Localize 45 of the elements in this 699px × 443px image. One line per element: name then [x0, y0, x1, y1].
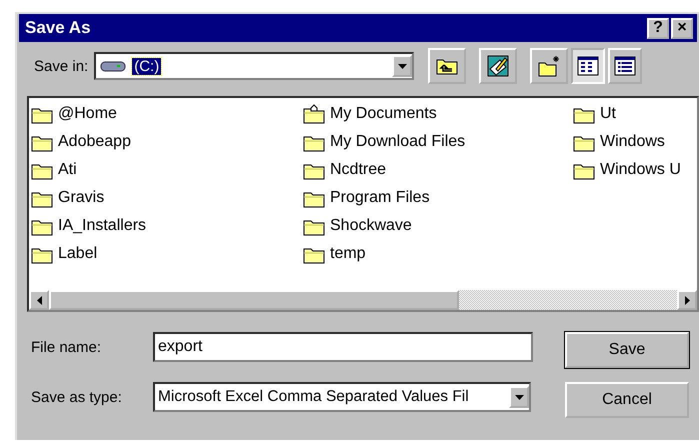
list-view-button[interactable]	[571, 48, 606, 84]
save-as-type-label: Save as type:	[31, 388, 123, 406]
folder-item[interactable]: Adobeapp	[31, 128, 303, 156]
save-as-type-dropdown[interactable]: Microsoft Excel Comma Separated Values Fil	[153, 382, 531, 412]
folder-item[interactable]: Windows U	[573, 156, 693, 184]
help-button[interactable]: ?	[647, 18, 669, 38]
details-view-icon	[614, 55, 636, 77]
folder-item[interactable]: Label	[31, 240, 303, 268]
left-arrow-icon	[36, 296, 42, 304]
save-button[interactable]: Save	[565, 332, 689, 368]
pencil-icon	[487, 55, 510, 77]
documents-folder-icon	[303, 104, 325, 124]
drive-icon	[100, 59, 126, 73]
file-name-label: File name:	[31, 338, 102, 356]
new-folder-button[interactable]	[530, 48, 568, 84]
right-arrow-icon	[684, 296, 690, 304]
save-in-dropdown[interactable]: (C:)	[94, 52, 414, 80]
up-folder-button[interactable]	[428, 48, 466, 84]
caret-icon	[514, 394, 524, 400]
folder-item[interactable]: IA_Installers	[31, 212, 303, 240]
folder-item[interactable]: Ut	[573, 100, 693, 128]
folder-item[interactable]: @Home	[31, 100, 303, 128]
cancel-button[interactable]: Cancel	[565, 382, 689, 418]
folder-item[interactable]: Gravis	[31, 184, 303, 212]
horizontal-scrollbar[interactable]	[29, 290, 697, 310]
folder-item[interactable]: Shockwave	[303, 212, 573, 240]
close-button[interactable]: ×	[671, 18, 693, 38]
details-view-button[interactable]	[608, 48, 642, 84]
folder-item[interactable]: My Documents	[303, 100, 573, 128]
folder-item[interactable]: Ati	[31, 156, 303, 184]
new-folder-icon	[538, 55, 560, 77]
save-in-label: Save in:	[34, 58, 88, 74]
list-view-icon	[577, 55, 600, 77]
drive-label: (C:)	[132, 58, 162, 74]
file-name-field[interactable]: export	[153, 332, 533, 362]
folder-item[interactable]: temp	[303, 240, 573, 268]
pencil-button[interactable]	[479, 48, 518, 84]
dropdown-button[interactable]	[509, 386, 529, 408]
window-title: Save As	[25, 18, 91, 38]
folder-item[interactable]: Ncdtree	[303, 156, 573, 184]
dropdown-button[interactable]	[392, 55, 412, 77]
caret-icon	[398, 64, 407, 68]
folder-item[interactable]: Windows	[573, 128, 693, 156]
folder-item[interactable]: My Download Files	[303, 128, 573, 156]
folder-item[interactable]: Program Files	[303, 184, 573, 212]
